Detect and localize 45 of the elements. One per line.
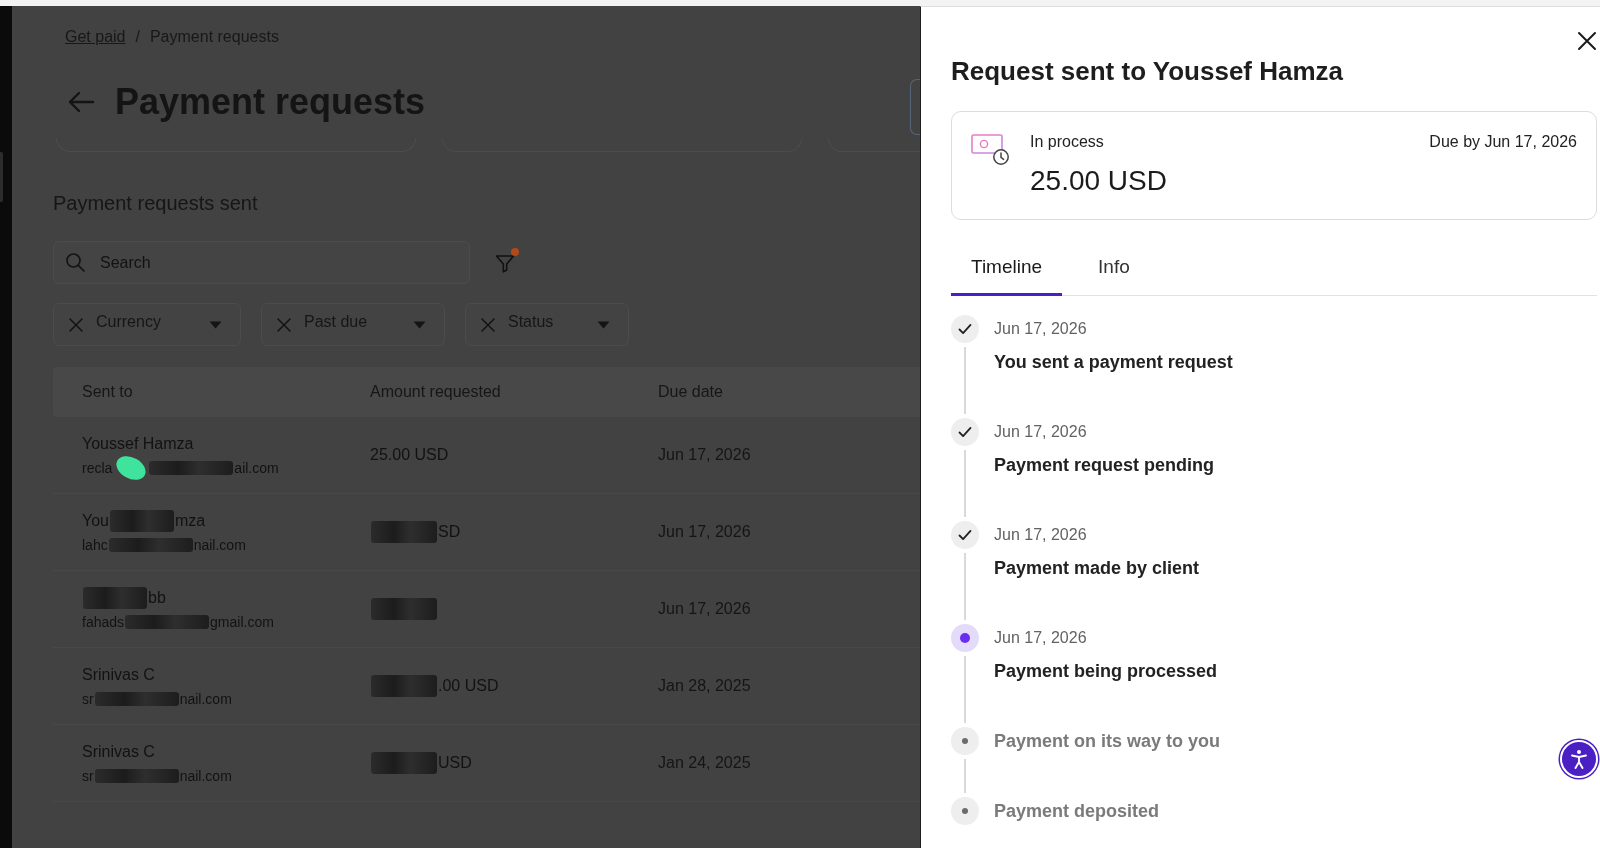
check-circle-icon — [951, 521, 979, 549]
redaction-smudge — [83, 587, 147, 609]
timeline-connector — [964, 553, 966, 620]
check-circle-icon — [951, 418, 979, 446]
caret-down-icon — [209, 320, 222, 329]
timeline-date: Jun 17, 2026 — [994, 422, 1087, 442]
timeline-date: Jun 17, 2026 — [994, 319, 1087, 339]
timeline-title: Payment made by client — [994, 557, 1200, 580]
timeline-title: Payment request pending — [994, 454, 1215, 477]
status-label: In process — [1030, 132, 1104, 152]
caret-down-icon — [413, 320, 426, 329]
back-arrow-icon[interactable] — [67, 91, 95, 113]
timeline-title: Payment being processed — [994, 660, 1218, 683]
dot-circle-icon — [951, 727, 979, 755]
timeline-connector — [964, 656, 966, 723]
rail-handle[interactable] — [0, 152, 3, 202]
timeline-connector — [964, 450, 966, 517]
bill-clock-icon — [971, 132, 1009, 166]
tab[interactable]: Timeline — [951, 239, 1063, 296]
dot-circle-icon — [951, 624, 979, 652]
accessibility-button[interactable] — [1560, 740, 1598, 778]
redaction-smudge — [371, 598, 437, 620]
redaction-smudge — [371, 675, 437, 697]
timeline-date: Jun 17, 2026 — [994, 525, 1087, 545]
redaction-smudge — [371, 752, 437, 774]
panel-title: Request sent to Youssef Hamza — [951, 55, 1344, 88]
timeline-title: You sent a payment request — [994, 351, 1233, 374]
dot-circle-icon — [951, 797, 979, 825]
due-date-label: Due by Jun 17, 2026 — [1429, 132, 1577, 152]
check-circle-icon — [951, 315, 979, 343]
redaction-smudge — [110, 510, 174, 532]
amount-value: 25.00 USD — [1030, 164, 1167, 198]
close-icon[interactable] — [1577, 31, 1597, 51]
timeline-connector — [964, 347, 966, 414]
breadcrumb-separator: / — [135, 28, 140, 46]
timeline-connector — [964, 759, 966, 793]
blob-marker-icon — [114, 455, 149, 481]
accessibility-icon — [1568, 748, 1590, 770]
timeline-title: Payment deposited — [994, 800, 1160, 823]
timeline-title: Payment on its way to you — [994, 730, 1221, 753]
timeline-date: Jun 17, 2026 — [994, 628, 1087, 648]
tab[interactable]: Info — [1076, 239, 1152, 296]
caret-down-icon — [597, 320, 610, 329]
redaction-smudge — [371, 521, 437, 543]
search-icon — [65, 252, 85, 272]
